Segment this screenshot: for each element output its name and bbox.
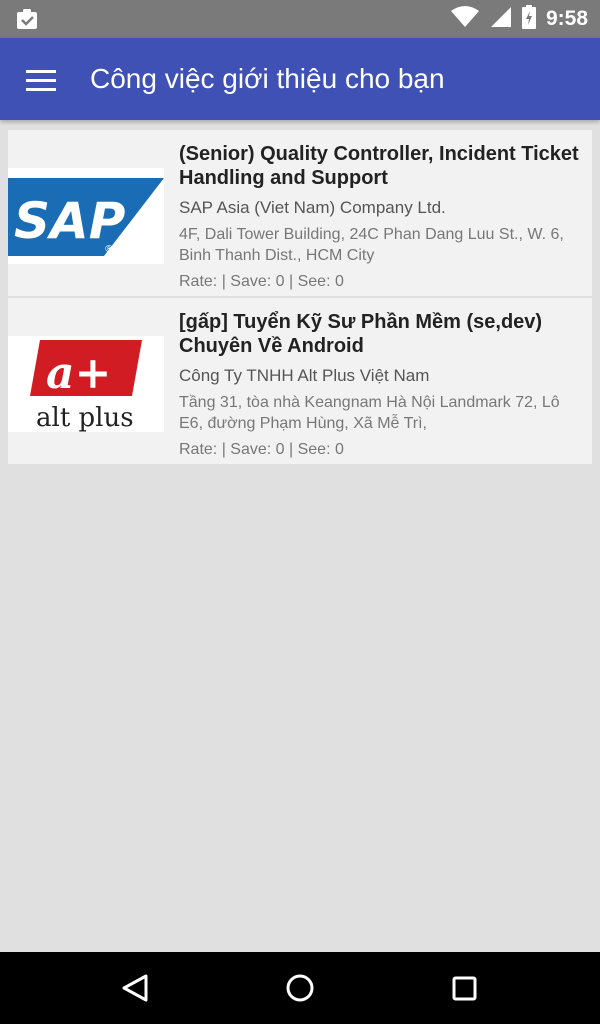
job-address: 4F, Dali Tower Building, 24C Phan Dang L… <box>179 226 564 264</box>
signal-icon <box>490 6 512 33</box>
job-list: SAP ® (Senior) Quality Controller, Incid… <box>8 130 592 466</box>
status-bar: 9:58 <box>0 0 600 38</box>
sap-logo-text: SAP <box>14 192 125 250</box>
altplus-logo-subtext: alt plus <box>36 403 134 432</box>
job-card-altplus[interactable]: a+ alt plus [gấp] Tuyển Kỹ Sư Phần Mềm (… <box>8 298 592 466</box>
clipboard-check-icon <box>14 7 40 31</box>
page-title: Công việc giới thiệu cho bạn <box>90 63 445 94</box>
battery-charging-icon <box>521 4 536 34</box>
altplus-logo: a+ alt plus <box>8 336 164 432</box>
sap-logo-mark: ® <box>104 244 114 255</box>
app-bar: Công việc giới thiệu cho bạn <box>0 38 600 120</box>
altplus-logo-text: a+ <box>46 348 111 399</box>
job-company: Công Ty TNHH Alt Plus Việt Nam <box>179 366 430 385</box>
job-company: SAP Asia (Viet Nam) Company Ltd. <box>179 198 446 217</box>
job-title: [gấp] Tuyển Kỹ Sư Phần Mềm (se,dev) Chuy… <box>179 311 543 357</box>
hamburger-menu-icon[interactable] <box>20 60 62 100</box>
job-address: Tầng 31, tòa nhà Keangnam Hà Nội Landmar… <box>179 394 560 432</box>
job-card-sap[interactable]: SAP ® (Senior) Quality Controller, Incid… <box>8 130 592 298</box>
recents-icon[interactable] <box>444 968 484 1008</box>
status-time: 9:58 <box>545 7 588 30</box>
wifi-icon <box>450 5 480 33</box>
job-title: (Senior) Quality Controller, Incident Ti… <box>179 143 579 189</box>
job-stats: Rate: | Save: 0 | See: 0 <box>179 441 344 458</box>
back-icon[interactable] <box>116 968 156 1008</box>
home-icon[interactable] <box>280 968 320 1008</box>
job-stats: Rate: | Save: 0 | See: 0 <box>179 273 344 290</box>
navigation-bar <box>0 952 600 1024</box>
sap-logo: SAP ® <box>8 168 164 264</box>
